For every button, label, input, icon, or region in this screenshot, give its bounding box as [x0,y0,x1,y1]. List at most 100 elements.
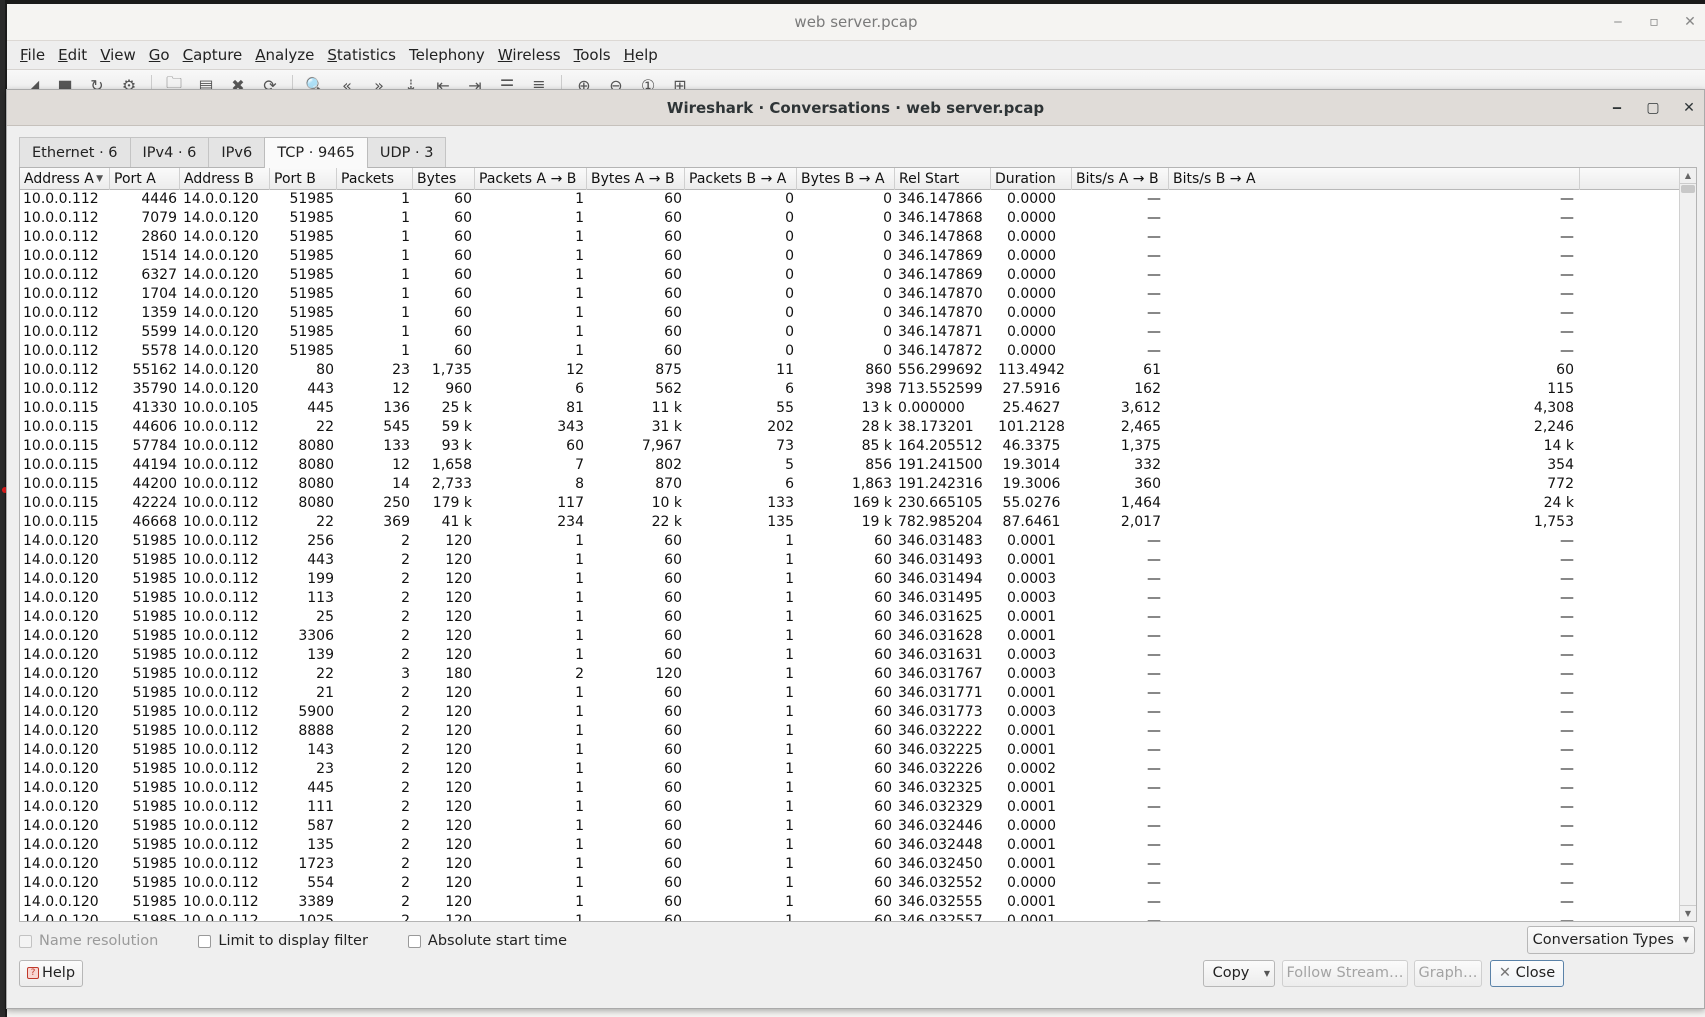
table-row[interactable]: 14.0.0.120 51985 10.0.0.112 587 2 120 1 60 1 60 34… [20,817,1680,836]
checkbox-box[interactable] [198,934,212,948]
scrollbar-thumb[interactable] [1681,185,1695,193]
table-row[interactable]: 10.0.0.112 5599 14.0.0.120 51985 1 60 1 60 0 0 346… [20,323,1680,342]
checkbox-box[interactable] [407,934,421,948]
table-row[interactable]: 10.0.0.112 1514 14.0.0.120 51985 1 60 1 60 0 0 346… [20,247,1680,266]
table-row[interactable]: 14.0.0.120 51985 10.0.0.112 1025 2 120 1 60 1 60 3… [20,912,1680,921]
column-header-rel-start[interactable]: Rel Start [895,168,991,190]
table-row[interactable]: 14.0.0.120 51985 10.0.0.112 554 2 120 1 60 1 60 34… [20,874,1680,893]
column-header-duration[interactable]: Duration [991,168,1072,190]
table-row[interactable]: 10.0.0.112 6327 14.0.0.120 51985 1 60 1 60 0 0 346… [20,266,1680,285]
table-row[interactable]: 14.0.0.120 51985 10.0.0.112 199 2 120 1 60 1 60 34… [20,570,1680,589]
column-header-address-b[interactable]: Address B [180,168,270,190]
menu-wireless[interactable]: Wireless [498,46,561,64]
limit-to-display-filter-checkbox[interactable]: Limit to display filter [198,933,368,949]
tab-ethernet[interactable]: Ethernet · 6 [19,137,131,167]
menu-statistics[interactable]: Statistics [327,46,396,64]
menu-go[interactable]: Go [149,46,170,64]
column-header-address-a[interactable]: Address A ▼ [20,168,110,190]
name-resolution-checkbox[interactable]: Name resolution [19,933,158,949]
table-row[interactable]: 10.0.0.112 2860 14.0.0.120 51985 1 60 1 60 0 0 346… [20,228,1680,247]
column-header-packets[interactable]: Packets [337,168,413,190]
tab-ipv4[interactable]: IPv4 · 6 [129,137,210,167]
dialog-close-icon[interactable]: ✕ [1682,100,1696,116]
cell: 346.147868 [898,210,983,226]
table-row[interactable]: 10.0.0.115 44194 10.0.0.112 8080 12 1,658 7 802… [20,456,1680,475]
table-row[interactable]: 10.0.0.112 5578 14.0.0.120 51985 1 60 1 60 0 0 346… [20,342,1680,361]
column-header-packets-b-a[interactable]: Packets B → A [685,168,797,190]
column-header-bytes-a-b[interactable]: Bytes A → B [587,168,685,190]
menu-analyze[interactable]: Analyze [255,46,314,64]
column-header-bytes-b-a[interactable]: Bytes B → A [797,168,895,190]
table-row[interactable]: 10.0.0.115 44606 10.0.0.112 22 545 59 k 343 31 … [20,418,1680,437]
table-row[interactable]: 14.0.0.120 51985 10.0.0.112 111 2 120 1 60 1 60 34… [20,798,1680,817]
table-row[interactable]: 10.0.0.115 41330 10.0.0.105 445 136 25 k 81 11 … [20,399,1680,418]
table-row[interactable]: 14.0.0.120 51985 10.0.0.112 21 2 120 1 60 1 60 346… [20,684,1680,703]
cell: 1 [785,818,794,834]
table-row[interactable]: 14.0.0.120 51985 10.0.0.112 113 2 120 1 60 1 60 34… [20,589,1680,608]
table-row[interactable]: 14.0.0.120 51985 10.0.0.112 23 2 120 1 60 1 60 346… [20,760,1680,779]
table-row[interactable]: 10.0.0.112 7079 14.0.0.120 51985 1 60 1 60 0 0 346… [20,209,1680,228]
table-row[interactable]: 10.0.0.115 42224 10.0.0.112 8080 250 179 k 117… [20,494,1680,513]
menu-tools[interactable]: Tools [574,46,611,64]
menu-edit[interactable]: Edit [58,46,87,64]
table-row[interactable]: 14.0.0.120 51985 10.0.0.112 143 2 120 1 60 1 60 34… [20,741,1680,760]
maximize-icon[interactable]: ▫ [1647,14,1661,30]
close-button[interactable]: ✕ Close [1490,960,1564,987]
column-header-port-b[interactable]: Port B [270,168,337,190]
absolute-start-time-checkbox[interactable]: Absolute start time [407,933,567,949]
table-row[interactable]: 14.0.0.120 51985 10.0.0.112 8888 2 120 1 60 1 60 3… [20,722,1680,741]
minimize-icon[interactable]: ‒ [1611,14,1625,30]
scroll-up-icon[interactable]: ▲ [1680,168,1696,184]
table-row[interactable]: 14.0.0.120 51985 10.0.0.112 256 2 120 1 60 1 60 34… [20,532,1680,551]
menu-view[interactable]: View [100,46,136,64]
column-header-bytes[interactable]: Bytes [413,168,475,190]
column-header-label: Duration [995,171,1056,187]
table-row[interactable]: 10.0.0.112 1359 14.0.0.120 51985 1 60 1 60 0 0 346… [20,304,1680,323]
conversation-types-button[interactable]: Conversation Types ▼ [1526,926,1695,954]
table-row[interactable]: 14.0.0.120 51985 10.0.0.112 3389 2 120 1 60 1 60 3… [20,893,1680,912]
table-row[interactable]: 10.0.0.115 57784 10.0.0.112 8080 133 93 k 60 7,… [20,437,1680,456]
table-row[interactable]: 14.0.0.120 51985 10.0.0.112 135 2 120 1 60 1 60 34… [20,836,1680,855]
column-header-label: Packets [341,171,395,187]
column-header-port-a[interactable]: Port A [110,168,180,190]
table-row[interactable]: 10.0.0.115 46668 10.0.0.112 22 369 41 k 234 22 … [20,513,1680,532]
vertical-scrollbar[interactable]: ▲ ▼ [1679,168,1696,921]
table-row[interactable]: 14.0.0.120 51985 10.0.0.112 5900 2 120 1 60 1 60 3… [20,703,1680,722]
scroll-down-icon[interactable]: ▼ [1680,905,1696,921]
column-header-bits-s-b-a[interactable]: Bits/s B → A [1169,168,1580,190]
table-row[interactable]: 14.0.0.120 51985 10.0.0.112 1723 2 120 1 60 1 60 3… [20,855,1680,874]
tab-udp[interactable]: UDP · 3 [366,137,447,167]
menu-capture[interactable]: Capture [183,46,243,64]
table-row[interactable]: 10.0.0.112 35790 14.0.0.120 443 12 960 6 562 6 39… [20,380,1680,399]
copy-button[interactable]: Copy ▼ [1203,960,1275,987]
menu-help[interactable]: Help [624,46,658,64]
tab-ipv6[interactable]: IPv6 [208,137,266,167]
column-header-packets-a-b[interactable]: Packets A → B [475,168,587,190]
graph-button[interactable]: Graph… [1414,960,1482,987]
menu-telephony[interactable]: Telephony [409,46,485,64]
cell: 346.031767 [898,666,983,682]
table-row[interactable]: 14.0.0.120 51985 10.0.0.112 445 2 120 1 60 1 60 34… [20,779,1680,798]
table-row[interactable]: 10.0.0.112 1704 14.0.0.120 51985 1 60 1 60 0 0 346… [20,285,1680,304]
cell: — [1560,856,1574,872]
dialog-maximize-icon[interactable]: ▢ [1646,100,1660,116]
menu-file[interactable]: File [20,46,45,64]
cell: — [1147,267,1161,283]
dialog-minimize-icon[interactable]: ‒ [1610,100,1624,116]
table-row[interactable]: 14.0.0.120 51985 10.0.0.112 443 2 120 1 60 1 60 34… [20,551,1680,570]
checkbox-box[interactable] [19,934,32,948]
tab-tcp[interactable]: TCP · 9465 [264,137,368,168]
table-row[interactable]: 10.0.0.112 55162 14.0.0.120 80 23 1,735 12 875 1… [20,361,1680,380]
cell: 60 [664,647,682,663]
table-row[interactable]: 14.0.0.120 51985 10.0.0.112 3306 2 120 1 60 1 60 3… [20,627,1680,646]
table-row[interactable]: 14.0.0.120 51985 10.0.0.112 22 3 180 2 120 1 60 34… [20,665,1680,684]
cell: 51985 [132,590,177,606]
table-row[interactable]: 10.0.0.115 44200 10.0.0.112 8080 14 2,733 8 870… [20,475,1680,494]
help-button[interactable]: ? Help [19,960,83,987]
column-header-bits-s-a-b[interactable]: Bits/s A → B [1072,168,1169,190]
close-icon[interactable]: ✕ [1683,14,1697,30]
table-row[interactable]: 10.0.0.112 4446 14.0.0.120 51985 1 60 1 60 0 0 346… [20,190,1680,209]
table-row[interactable]: 14.0.0.120 51985 10.0.0.112 25 2 120 1 60 1 60 346… [20,608,1680,627]
table-row[interactable]: 14.0.0.120 51985 10.0.0.112 139 2 120 1 60 1 60 34… [20,646,1680,665]
follow-stream-button[interactable]: Follow Stream… [1282,960,1408,987]
